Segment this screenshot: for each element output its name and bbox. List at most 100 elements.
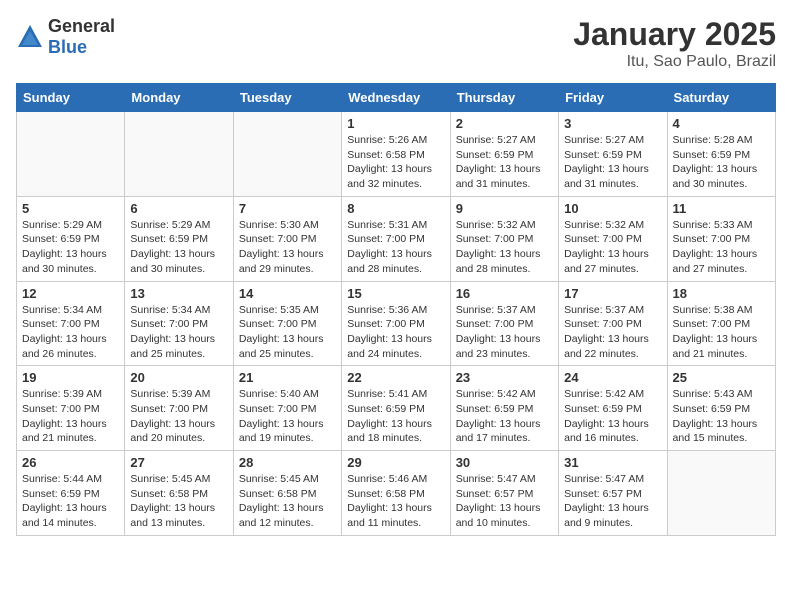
day-info: Sunrise: 5:34 AM Sunset: 7:00 PM Dayligh… [130, 303, 227, 362]
calendar-cell: 2Sunrise: 5:27 AM Sunset: 6:59 PM Daylig… [450, 112, 558, 197]
calendar-cell: 12 Sunrise: 5:34 AM Sunset: 7:00 PM Dayli… [17, 281, 125, 366]
day-number: 27 [130, 455, 227, 470]
calendar-cell: 11 Sunrise: 5:33 AM Sunset: 7:00 PM Dayli… [667, 196, 775, 281]
day-number: 3 [564, 116, 661, 131]
logo: General Blue [16, 16, 115, 58]
day-number: 28 [239, 455, 336, 470]
day-number: 20 [130, 370, 227, 385]
day-number: 11 [673, 201, 770, 216]
calendar-cell: 20 Sunrise: 5:39 AM Sunset: 7:00 PM Dayli… [125, 366, 233, 451]
calendar-cell: 18 Sunrise: 5:38 AM Sunset: 7:00 PM Dayli… [667, 281, 775, 366]
day-number: 19 [22, 370, 119, 385]
day-info: Sunrise: 5:47 AM Sunset: 6:57 PM Dayligh… [456, 472, 553, 531]
day-of-week-header: Wednesday [342, 84, 450, 112]
day-number: 4 [673, 116, 770, 131]
day-info: Sunrise: 5:40 AM Sunset: 7:00 PM Dayligh… [239, 387, 336, 446]
day-info: Sunrise: 5:44 AM Sunset: 6:59 PM Dayligh… [22, 472, 119, 531]
day-info: Sunrise: 5:45 AM Sunset: 6:58 PM Dayligh… [239, 472, 336, 531]
calendar-week-row: 12 Sunrise: 5:34 AM Sunset: 7:00 PM Dayli… [17, 281, 776, 366]
month-title: January 2025 [573, 16, 776, 53]
calendar-cell: 25Sunrise: 5:43 AM Sunset: 6:59 PM Dayli… [667, 366, 775, 451]
day-number: 17 [564, 286, 661, 301]
day-info: Sunrise: 5:27 AM Sunset: 6:59 PM Dayligh… [456, 133, 553, 192]
day-info: Sunrise: 5:33 AM Sunset: 7:00 PM Dayligh… [673, 218, 770, 277]
calendar-cell: 31 Sunrise: 5:47 AM Sunset: 6:57 PM Dayli… [559, 451, 667, 536]
logo-blue-text: Blue [48, 37, 87, 57]
day-info: Sunrise: 5:32 AM Sunset: 7:00 PM Dayligh… [564, 218, 661, 277]
day-of-week-header: Saturday [667, 84, 775, 112]
day-number: 8 [347, 201, 444, 216]
location-title: Itu, Sao Paulo, Brazil [573, 53, 776, 71]
day-number: 26 [22, 455, 119, 470]
day-info: Sunrise: 5:37 AM Sunset: 7:00 PM Dayligh… [456, 303, 553, 362]
day-of-week-header: Friday [559, 84, 667, 112]
day-number: 12 [22, 286, 119, 301]
calendar-cell: 3 Sunrise: 5:27 AM Sunset: 6:59 PM Daylig… [559, 112, 667, 197]
day-info: Sunrise: 5:29 AM Sunset: 6:59 PM Dayligh… [130, 218, 227, 277]
calendar-week-row: 5 Sunrise: 5:29 AM Sunset: 6:59 PM Daylig… [17, 196, 776, 281]
calendar-cell: 22 Sunrise: 5:41 AM Sunset: 6:59 PM Dayli… [342, 366, 450, 451]
calendar-cell: 26 Sunrise: 5:44 AM Sunset: 6:59 PM Dayli… [17, 451, 125, 536]
day-info: Sunrise: 5:47 AM Sunset: 6:57 PM Dayligh… [564, 472, 661, 531]
day-info: Sunrise: 5:31 AM Sunset: 7:00 PM Dayligh… [347, 218, 444, 277]
day-number: 24 [564, 370, 661, 385]
day-number: 10 [564, 201, 661, 216]
day-info: Sunrise: 5:46 AM Sunset: 6:58 PM Dayligh… [347, 472, 444, 531]
day-number: 6 [130, 201, 227, 216]
day-number: 16 [456, 286, 553, 301]
calendar-cell: 6 Sunrise: 5:29 AM Sunset: 6:59 PM Daylig… [125, 196, 233, 281]
day-number: 25 [673, 370, 770, 385]
day-of-week-header: Tuesday [233, 84, 341, 112]
calendar-cell: 19 Sunrise: 5:39 AM Sunset: 7:00 PM Dayli… [17, 366, 125, 451]
day-info: Sunrise: 5:35 AM Sunset: 7:00 PM Dayligh… [239, 303, 336, 362]
calendar-cell: 1Sunrise: 5:26 AM Sunset: 6:58 PM Daylig… [342, 112, 450, 197]
calendar-cell: 8 Sunrise: 5:31 AM Sunset: 7:00 PM Daylig… [342, 196, 450, 281]
day-number: 5 [22, 201, 119, 216]
day-info: Sunrise: 5:38 AM Sunset: 7:00 PM Dayligh… [673, 303, 770, 362]
calendar-cell: 7Sunrise: 5:30 AM Sunset: 7:00 PM Daylig… [233, 196, 341, 281]
day-info: Sunrise: 5:39 AM Sunset: 7:00 PM Dayligh… [22, 387, 119, 446]
day-info: Sunrise: 5:28 AM Sunset: 6:59 PM Dayligh… [673, 133, 770, 192]
day-number: 21 [239, 370, 336, 385]
calendar-cell: 28 Sunrise: 5:45 AM Sunset: 6:58 PM Dayli… [233, 451, 341, 536]
calendar-cell: 4 Sunrise: 5:28 AM Sunset: 6:59 PM Daylig… [667, 112, 775, 197]
calendar-week-row: 19 Sunrise: 5:39 AM Sunset: 7:00 PM Dayli… [17, 366, 776, 451]
day-info: Sunrise: 5:36 AM Sunset: 7:00 PM Dayligh… [347, 303, 444, 362]
calendar-cell: 30 Sunrise: 5:47 AM Sunset: 6:57 PM Dayli… [450, 451, 558, 536]
title-block: January 2025 Itu, Sao Paulo, Brazil [573, 16, 776, 71]
day-info: Sunrise: 5:27 AM Sunset: 6:59 PM Dayligh… [564, 133, 661, 192]
calendar-cell: 5 Sunrise: 5:29 AM Sunset: 6:59 PM Daylig… [17, 196, 125, 281]
day-number: 14 [239, 286, 336, 301]
calendar-cell: 27 Sunrise: 5:45 AM Sunset: 6:58 PM Dayli… [125, 451, 233, 536]
page-header: General Blue January 2025 Itu, Sao Paulo… [16, 16, 776, 71]
calendar-cell: 15 Sunrise: 5:36 AM Sunset: 7:00 PM Dayli… [342, 281, 450, 366]
day-number: 13 [130, 286, 227, 301]
day-number: 31 [564, 455, 661, 470]
day-number: 15 [347, 286, 444, 301]
calendar-table: SundayMondayTuesdayWednesdayThursdayFrid… [16, 83, 776, 536]
day-number: 7 [239, 201, 336, 216]
day-number: 18 [673, 286, 770, 301]
day-number: 22 [347, 370, 444, 385]
day-number: 29 [347, 455, 444, 470]
calendar-cell: 14 Sunrise: 5:35 AM Sunset: 7:00 PM Dayli… [233, 281, 341, 366]
day-info: Sunrise: 5:41 AM Sunset: 6:59 PM Dayligh… [347, 387, 444, 446]
day-info: Sunrise: 5:42 AM Sunset: 6:59 PM Dayligh… [456, 387, 553, 446]
calendar-cell: 13 Sunrise: 5:34 AM Sunset: 7:00 PM Dayli… [125, 281, 233, 366]
calendar-cell: 10 Sunrise: 5:32 AM Sunset: 7:00 PM Dayli… [559, 196, 667, 281]
day-info: Sunrise: 5:45 AM Sunset: 6:58 PM Dayligh… [130, 472, 227, 531]
calendar-cell [125, 112, 233, 197]
calendar-header-row: SundayMondayTuesdayWednesdayThursdayFrid… [17, 84, 776, 112]
day-info: Sunrise: 5:34 AM Sunset: 7:00 PM Dayligh… [22, 303, 119, 362]
day-number: 9 [456, 201, 553, 216]
day-info: Sunrise: 5:39 AM Sunset: 7:00 PM Dayligh… [130, 387, 227, 446]
day-number: 1 [347, 116, 444, 131]
day-info: Sunrise: 5:42 AM Sunset: 6:59 PM Dayligh… [564, 387, 661, 446]
calendar-cell: 9 Sunrise: 5:32 AM Sunset: 7:00 PM Daylig… [450, 196, 558, 281]
day-info: Sunrise: 5:29 AM Sunset: 6:59 PM Dayligh… [22, 218, 119, 277]
calendar-cell: 24 Sunrise: 5:42 AM Sunset: 6:59 PM Dayli… [559, 366, 667, 451]
day-number: 30 [456, 455, 553, 470]
calendar-cell: 29 Sunrise: 5:46 AM Sunset: 6:58 PM Dayli… [342, 451, 450, 536]
calendar-cell [233, 112, 341, 197]
day-info: Sunrise: 5:32 AM Sunset: 7:00 PM Dayligh… [456, 218, 553, 277]
